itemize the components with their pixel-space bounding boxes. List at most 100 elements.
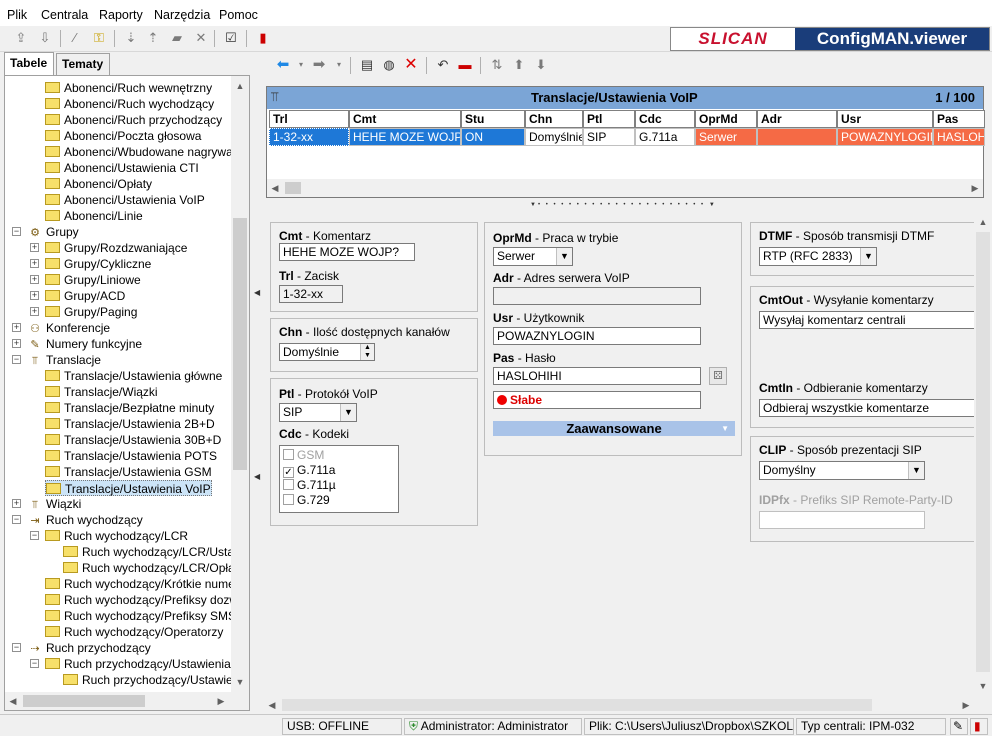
tree-item[interactable]: Ruch wychodzący/Operatorzy bbox=[45, 624, 223, 640]
collapse-icon[interactable]: − bbox=[30, 531, 39, 540]
tree-item[interactable]: Ruch przychodzący/Ustawien bbox=[63, 672, 239, 688]
form-scroll-down-icon[interactable]: ▼ bbox=[975, 678, 991, 694]
tree-item[interactable]: Abonenci/Ustawienia CTI bbox=[45, 160, 199, 176]
spin-icon[interactable]: ▲ ▼ bbox=[360, 344, 374, 360]
expand-icon[interactable]: + bbox=[12, 323, 21, 332]
grid-cell[interactable]: G.711a bbox=[635, 128, 695, 146]
codec-gsm[interactable]: GSM bbox=[283, 449, 324, 462]
grid-scroll-left-icon[interactable]: ◀ bbox=[267, 180, 283, 196]
tree-item[interactable]: Translacje/Ustawienia 2B+D bbox=[45, 416, 215, 432]
tree-item[interactable]: Translacje/Bezpłatne minuty bbox=[45, 400, 214, 416]
tree-item[interactable]: Translacje/Ustawienia główne bbox=[45, 368, 222, 384]
record-icon[interactable]: ▬ bbox=[456, 56, 474, 74]
menu-narzedzia[interactable]: Narzędzia bbox=[154, 8, 210, 22]
column-header[interactable]: Trl bbox=[269, 110, 349, 128]
expand-icon[interactable]: + bbox=[30, 243, 39, 252]
chevron-down-icon[interactable]: ▼ bbox=[340, 404, 356, 421]
codec-g711u[interactable]: G.711µ bbox=[283, 479, 336, 492]
grid-cell[interactable]: HASLOHI bbox=[933, 128, 985, 146]
move-down-icon[interactable]: ⬇ bbox=[532, 56, 550, 74]
tree-item[interactable]: Translacje/Ustawienia VoIP bbox=[45, 480, 212, 496]
scroll-up-icon[interactable]: ▲ bbox=[232, 78, 248, 94]
forward-dropdown-icon[interactable]: ▾ bbox=[330, 56, 348, 74]
grid-cell[interactable]: Serwer bbox=[695, 128, 757, 146]
cmtin-select[interactable]: Odbieraj wszystkie komentarze bbox=[759, 399, 977, 417]
cmt-input[interactable]: HEHE MOZE WOJP? bbox=[279, 243, 415, 261]
delete-icon[interactable]: ✕ bbox=[402, 56, 420, 74]
checkbox-icon[interactable] bbox=[283, 449, 294, 460]
tree-item[interactable]: ⇥ Ruch wychodzący bbox=[27, 512, 142, 528]
expand-icon[interactable]: + bbox=[30, 275, 39, 284]
disconnect-icon[interactable]: ✕ bbox=[192, 29, 210, 47]
tree-item[interactable]: Ruch przychodzący/Ustawienia bbox=[45, 656, 231, 672]
grid-cell[interactable] bbox=[757, 128, 837, 146]
checkbox-icon[interactable] bbox=[283, 479, 294, 490]
adr-input[interactable] bbox=[493, 287, 701, 305]
grid-cell[interactable]: SIP bbox=[583, 128, 635, 146]
column-header[interactable]: Adr bbox=[757, 110, 837, 128]
column-header[interactable]: Cdc bbox=[635, 110, 695, 128]
menu-plik[interactable]: Plik bbox=[7, 8, 27, 22]
move-up-icon[interactable]: ⬆ bbox=[510, 56, 528, 74]
trl-input[interactable]: 1-32-xx bbox=[279, 285, 343, 303]
chevron-down-icon[interactable]: ▼ bbox=[556, 248, 572, 265]
clip-select[interactable]: Domyślny ▼ bbox=[759, 461, 925, 480]
expand-icon[interactable]: + bbox=[30, 307, 39, 316]
scroll-left-icon[interactable]: ◀ bbox=[5, 693, 21, 709]
grid-cell[interactable]: HEHE MOZE WOJP? bbox=[349, 128, 461, 146]
export-icon[interactable]: ⇡ bbox=[144, 29, 162, 47]
expand-icon[interactable]: + bbox=[30, 291, 39, 300]
document-icon[interactable]: ▤ bbox=[358, 56, 376, 74]
column-header[interactable]: Chn bbox=[525, 110, 583, 128]
tree-hscroll[interactable]: ◀ ▶ bbox=[5, 692, 249, 710]
tree-item[interactable]: Abonenci/Opłaty bbox=[45, 176, 152, 192]
grid-cell[interactable]: 1-32-xx bbox=[269, 128, 349, 146]
scroll-right-icon[interactable]: ▶ bbox=[213, 693, 229, 709]
undo-icon[interactable]: ↶ bbox=[434, 56, 452, 74]
tree-item[interactable]: ⇢ Ruch przychodzący bbox=[27, 640, 150, 656]
column-header[interactable]: Stu bbox=[461, 110, 525, 128]
column-header[interactable]: OprMd bbox=[695, 110, 757, 128]
sort-icon[interactable]: ⇅ bbox=[488, 56, 506, 74]
tree-item[interactable]: ✎ Numery funkcyjne bbox=[27, 336, 142, 352]
codec-g729[interactable]: G.729 bbox=[283, 494, 330, 507]
tree-item[interactable]: Grupy/Rozdzwaniające bbox=[45, 240, 187, 256]
form-hscroll[interactable]: ◀ ▶ bbox=[264, 696, 974, 714]
collapse-left-icon-2[interactable]: ◀ bbox=[254, 472, 260, 481]
tree-item[interactable]: Grupy/Liniowe bbox=[45, 272, 141, 288]
form-hscroll-thumb[interactable] bbox=[282, 699, 872, 711]
grid-cell[interactable]: Domyślnie bbox=[525, 128, 583, 146]
tree-vscroll[interactable]: ▲ ▼ bbox=[231, 76, 249, 692]
column-header[interactable]: Usr bbox=[837, 110, 933, 128]
checkmark-icon[interactable]: ✓ bbox=[283, 467, 294, 478]
tree-item[interactable]: Ruch wychodzący/LCR bbox=[45, 528, 188, 544]
cmtout-select[interactable]: Wysyłaj komentarz centrali bbox=[759, 311, 977, 329]
advanced-toggle[interactable]: Zaawansowane ▼ bbox=[493, 421, 735, 436]
collapse-icon[interactable]: − bbox=[12, 515, 21, 524]
collapse-icon[interactable]: − bbox=[12, 227, 21, 236]
form-scroll-up-icon[interactable]: ▲ bbox=[975, 214, 991, 230]
column-header[interactable]: Ptl bbox=[583, 110, 635, 128]
tree-item[interactable]: Ruch wychodzący/LCR/Ustav bbox=[63, 544, 240, 560]
form-scroll-left-icon[interactable]: ◀ bbox=[264, 697, 280, 713]
column-header[interactable]: Pas bbox=[933, 110, 985, 128]
refresh-icon[interactable]: ◍ bbox=[380, 56, 398, 74]
codec-g711a[interactable]: ✓ G.711a bbox=[283, 464, 335, 478]
generate-password-icon[interactable]: ⚄ bbox=[709, 367, 727, 385]
tree-item[interactable]: Grupy/Paging bbox=[45, 304, 137, 320]
upload-icon[interactable]: ⇪ bbox=[12, 29, 30, 47]
tree-item[interactable]: Abonenci/Ruch wewnętrzny bbox=[45, 80, 212, 96]
chat-icon[interactable]: ▰ bbox=[168, 29, 186, 47]
oprmd-select[interactable]: Serwer ▼ bbox=[493, 247, 573, 266]
collapse-icon[interactable]: − bbox=[12, 643, 21, 652]
tree-item[interactable]: ⫪ Wiązki bbox=[27, 496, 81, 512]
chevron-down-icon[interactable]: ▼ bbox=[908, 462, 924, 479]
pencil-icon[interactable]: ✎ bbox=[950, 718, 968, 735]
back-dropdown-icon[interactable]: ▾ bbox=[292, 56, 310, 74]
tree-item[interactable]: Abonenci/Ruch wychodzący bbox=[45, 96, 214, 112]
column-header[interactable]: Cmt bbox=[349, 110, 461, 128]
expand-icon[interactable]: + bbox=[30, 259, 39, 268]
checkbox-icon[interactable] bbox=[283, 494, 294, 505]
checklist-icon[interactable]: ☑ bbox=[222, 29, 240, 47]
grid-cell[interactable]: POWAZNYLOGIN bbox=[837, 128, 933, 146]
